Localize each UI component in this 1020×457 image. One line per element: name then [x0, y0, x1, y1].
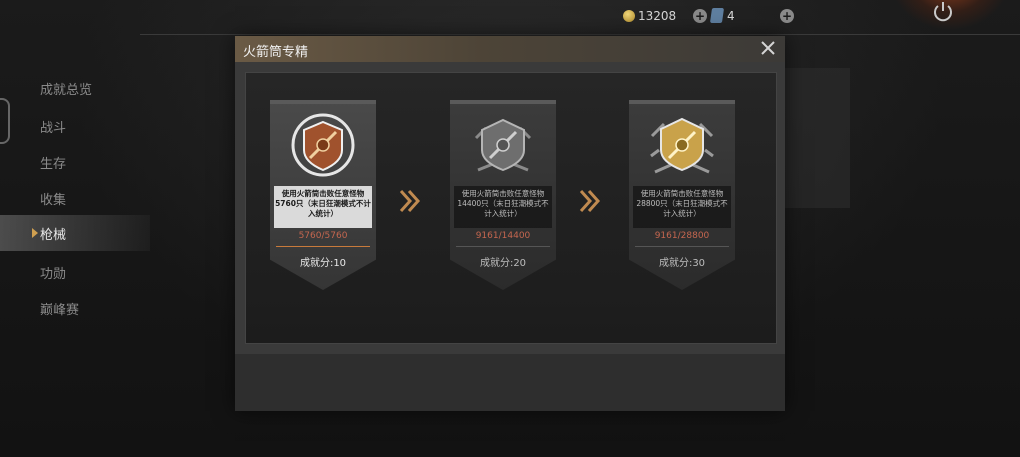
coin-icon	[623, 10, 635, 22]
sidebar-item-label: 收集	[40, 193, 67, 208]
sidebar-item-label: 枪械	[40, 228, 67, 243]
sidebar-item-peak-match[interactable]: 巅峰赛	[0, 290, 150, 326]
card-description-box: 使用火箭筒击败任意怪物28800只（末日狂潮模式不计入统计）	[633, 186, 731, 228]
card-description-box: 使用火箭筒击败任意怪物14400只（末日狂潮模式不计入统计）	[454, 186, 552, 228]
card-description: 使用火箭筒击败任意怪物28800只（末日狂潮模式不计入统计）	[636, 189, 728, 218]
sidebar-item-label: 生存	[40, 157, 67, 172]
chevron-right-icon	[579, 189, 601, 213]
card-progress-line	[456, 246, 550, 247]
card-progress-line	[276, 246, 370, 247]
achievement-card-tier-1: 使用火箭筒击败任意怪物5760只（末日狂潮模式不计入统计） 5760/5760 …	[270, 100, 376, 300]
sidebar-item-firearms[interactable]: 枪械	[0, 215, 150, 251]
card-banner-top	[629, 100, 735, 104]
sidebar-item-combat[interactable]: 战斗	[0, 108, 150, 144]
card-description-box: 使用火箭筒击败任意怪物5760只（末日狂潮模式不计入统计）	[274, 186, 372, 228]
gold-badge-icon	[650, 117, 714, 174]
ticket-count: 4	[727, 9, 735, 23]
achievement-card-tier-2: 使用火箭筒击败任意怪物14400只（末日狂潮模式不计入统计） 9161/1440…	[450, 100, 556, 300]
active-arrow-icon	[32, 228, 38, 238]
card-banner-top	[450, 100, 556, 104]
card-progress-line	[635, 246, 729, 247]
card-score: 成就分:30	[658, 258, 706, 269]
top-divider	[140, 34, 1020, 35]
sidebar-item-merit[interactable]: 功勋	[0, 254, 150, 290]
sidebar-item-label: 巅峰赛	[40, 303, 80, 318]
ticket-icon	[709, 8, 725, 23]
card-score: 成就分:10	[299, 258, 347, 269]
card-description: 使用火箭筒击败任意怪物14400只（末日狂潮模式不计入统计）	[457, 189, 549, 218]
add-coins-button[interactable]: +	[693, 9, 707, 23]
coin-count: 13208	[638, 9, 677, 23]
achievement-modal: 火箭筒专精 使用火箭筒击败任意怪物5760只（末日狂潮模式不计入统计） 5760…	[235, 36, 785, 411]
sidebar-item-label: 成就总览	[40, 83, 93, 98]
card-progress: 5760/5760	[298, 231, 348, 241]
top-bar: 13208 + 4 +	[0, 0, 1020, 34]
sidebar-item-label: 功勋	[40, 267, 67, 282]
bronze-badge-icon	[291, 113, 355, 177]
card-description: 使用火箭筒击败任意怪物5760只（末日狂潮模式不计入统计）	[275, 189, 371, 218]
power-icon[interactable]	[930, 0, 956, 24]
silver-badge-icon	[474, 118, 532, 172]
close-icon	[761, 41, 775, 55]
card-score: 成就分:20	[479, 258, 527, 269]
card-progress: 9161/14400	[475, 231, 531, 241]
sidebar-item-collection[interactable]: 收集	[0, 180, 150, 216]
card-progress: 9161/28800	[654, 231, 710, 241]
sidebar-item-overview[interactable]: 成就总览	[0, 70, 150, 106]
close-button[interactable]	[758, 38, 778, 58]
sidebar-item-survival[interactable]: 生存	[0, 144, 150, 180]
card-banner-top	[270, 100, 376, 104]
achievement-card-tier-3: 使用火箭筒击败任意怪物28800只（末日狂潮模式不计入统计） 9161/2880…	[629, 100, 735, 300]
chevron-right-icon	[399, 189, 421, 213]
modal-title: 火箭筒专精	[243, 45, 309, 60]
modal-header: 火箭筒专精	[235, 36, 785, 62]
sidebar-item-label: 战斗	[40, 121, 67, 136]
add-tickets-button[interactable]: +	[780, 9, 794, 23]
modal-footer	[235, 354, 785, 411]
